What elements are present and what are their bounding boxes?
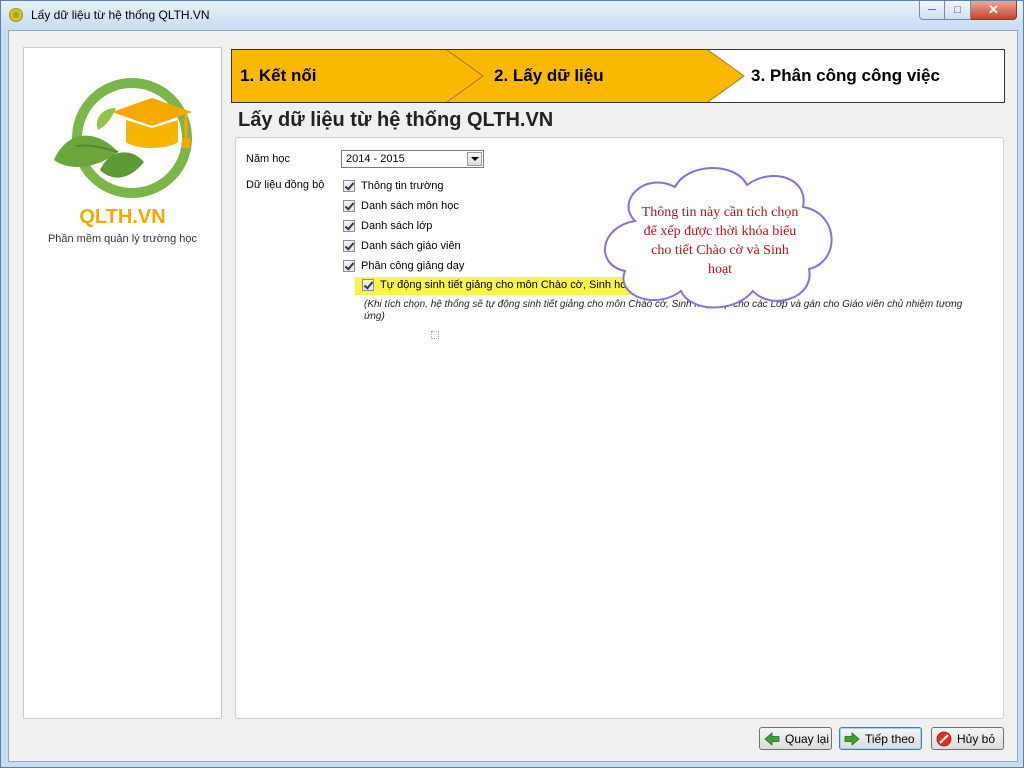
- option-label: Danh sách giáo viên: [361, 240, 461, 252]
- step-connect: 1. Kết nối: [240, 66, 317, 85]
- main-window: Lấy dữ liệu từ hệ thống QLTH.VN ─ □ ✕ QL…: [0, 0, 1024, 768]
- checkbox-teaching-assignment[interactable]: [343, 260, 355, 272]
- checkbox-school-info[interactable]: [343, 180, 355, 192]
- brand-name: QLTH.VN: [79, 206, 166, 228]
- minimize-icon: ─: [928, 4, 936, 16]
- checkbox-subjects[interactable]: [343, 200, 355, 212]
- qlth-logo: [54, 78, 192, 198]
- step-get-data: 2. Lấy dữ liệu: [494, 66, 604, 85]
- next-button-label: Tiếp theo: [865, 731, 915, 746]
- cancel-button-label: Hủy bỏ: [957, 731, 996, 746]
- year-select-value: 2014 - 2015: [346, 153, 405, 165]
- year-select[interactable]: 2014 - 2015: [341, 150, 484, 168]
- option-label: Thông tin trường: [361, 180, 444, 192]
- wizard-body: QLTH.VN Phần mềm quản lý trường học 1. K…: [8, 30, 1018, 762]
- checkbox-classes[interactable]: [343, 220, 355, 232]
- cancel-button[interactable]: Hủy bỏ: [931, 727, 1004, 750]
- brand-panel: QLTH.VN Phần mềm quản lý trường học: [23, 47, 222, 719]
- callout-text: Thông tin này cần tích chọn để xếp được …: [641, 205, 799, 277]
- cursor-marker: [431, 331, 439, 339]
- back-button[interactable]: Quay lại: [759, 727, 832, 750]
- window-title: Lấy dữ liệu từ hệ thống QLTH.VN: [31, 8, 210, 22]
- arrow-left-icon: [764, 731, 780, 747]
- close-button[interactable]: ✕: [971, 1, 1017, 20]
- sync-label: Dữ liệu đồng bộ: [246, 179, 325, 191]
- cancel-icon: [936, 731, 952, 747]
- arrow-right-icon: [844, 731, 860, 747]
- maximize-icon: □: [954, 4, 961, 16]
- year-label: Năm học: [246, 153, 291, 165]
- option-label: Phân công giảng dạy: [361, 260, 465, 272]
- back-button-label: Quay lại: [785, 731, 830, 746]
- maximize-button[interactable]: □: [945, 1, 971, 20]
- brand-tagline: Phần mềm quản lý trường học: [47, 233, 198, 245]
- option-label: Danh sách lớp: [361, 220, 433, 232]
- checkbox-auto-generate[interactable]: [362, 279, 374, 291]
- step-assign-work: 3. Phân công công việc: [751, 66, 940, 85]
- chevron-down-icon[interactable]: [467, 152, 482, 166]
- page-title: Lấy dữ liệu từ hệ thống QLTH.VN: [238, 109, 554, 131]
- next-button[interactable]: Tiếp theo: [839, 727, 922, 750]
- caption-buttons: ─ □ ✕: [919, 1, 1017, 21]
- minimize-button[interactable]: ─: [919, 1, 945, 20]
- close-icon: ✕: [988, 2, 999, 17]
- title-bar: Lấy dữ liệu từ hệ thống QLTH.VN ─ □ ✕: [1, 1, 1023, 29]
- wizard-steps: 1. Kết nối 2. Lấy dữ liệu 3. Phân công c…: [231, 49, 1005, 103]
- app-icon: [9, 8, 23, 22]
- checkbox-teachers[interactable]: [343, 240, 355, 252]
- option-label: Danh sách môn học: [361, 200, 459, 212]
